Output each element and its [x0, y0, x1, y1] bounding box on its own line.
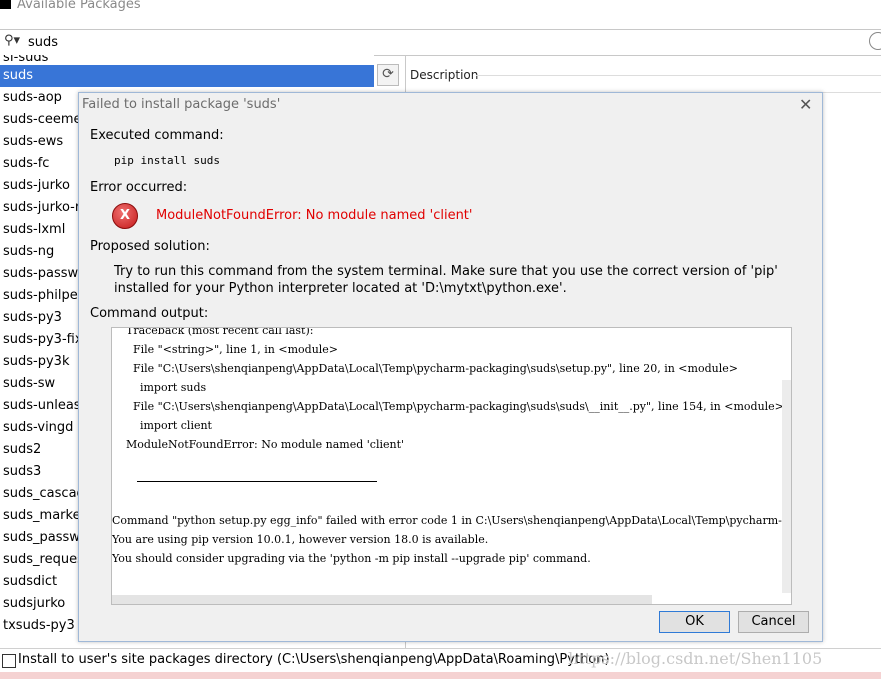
refresh-icon: ⟳ [382, 66, 394, 82]
output-separator [137, 481, 377, 482]
clear-search-icon[interactable] [869, 32, 881, 50]
close-icon[interactable]: ✕ [799, 95, 812, 114]
app-icon [0, 0, 11, 9]
dialog-title: Failed to install package 'suds' [82, 97, 281, 112]
output-line: File "C:\Users\shenqianpeng\AppData\Loca… [112, 400, 784, 413]
window-titlebar: Available Packages [0, 0, 881, 17]
output-line: You are using pip version 10.0.1, howeve… [112, 533, 489, 546]
description-label: Description [410, 68, 479, 82]
output-line: import client [112, 419, 212, 432]
output-line: ModuleNotFoundError: No module named 'cl… [112, 438, 405, 451]
install-user-checkbox[interactable] [2, 654, 16, 668]
output-line: Traceback (most recent call last): [112, 327, 314, 337]
output-line: You should consider upgrading via the 'p… [112, 552, 591, 565]
error-occurred-label: Error occurred: [90, 180, 188, 195]
command-output-box[interactable]: You should consider upgrading via the 'p… [111, 327, 792, 605]
command-output-label: Command output: [90, 306, 209, 321]
proposed-solution-label: Proposed solution: [90, 239, 210, 254]
proposed-solution-text: Try to run this command from the system … [114, 264, 778, 296]
vertical-scrollbar[interactable] [782, 380, 791, 593]
search-bar: ⚲▾ [0, 29, 881, 56]
package-list-item[interactable]: suds [0, 65, 374, 87]
cancel-button[interactable]: Cancel [738, 611, 809, 633]
search-icon[interactable]: ⚲▾ [4, 33, 20, 48]
error-dialog: Failed to install package 'suds' ✕ Execu… [78, 92, 823, 642]
output-line: File "C:\Users\shenqianpeng\AppData\Loca… [112, 362, 738, 375]
error-icon: X [112, 203, 138, 229]
output-line: import suds [112, 381, 207, 394]
output-line: Command "python setup.py egg_info" faile… [112, 514, 791, 527]
executed-command: pip install suds [114, 154, 220, 167]
watermark: https://blog.csdn.net/Shen1105 [568, 649, 823, 668]
output-line: File "<string>", line 1, in <module> [112, 343, 339, 356]
executed-command-label: Executed command: [90, 128, 224, 143]
ok-button[interactable]: OK [659, 611, 730, 633]
error-message: ModuleNotFoundError: No module named 'cl… [156, 208, 473, 223]
refresh-button[interactable]: ⟳ [377, 64, 399, 86]
install-user-label[interactable]: Install to user's site packages director… [18, 652, 610, 667]
window-title: Available Packages [17, 0, 141, 12]
description-divider [476, 75, 881, 76]
horizontal-scrollbar[interactable] [112, 595, 652, 604]
search-input[interactable] [28, 32, 868, 52]
package-list-item[interactable]: sf-suds [0, 55, 374, 65]
bottom-strip [0, 672, 881, 679]
